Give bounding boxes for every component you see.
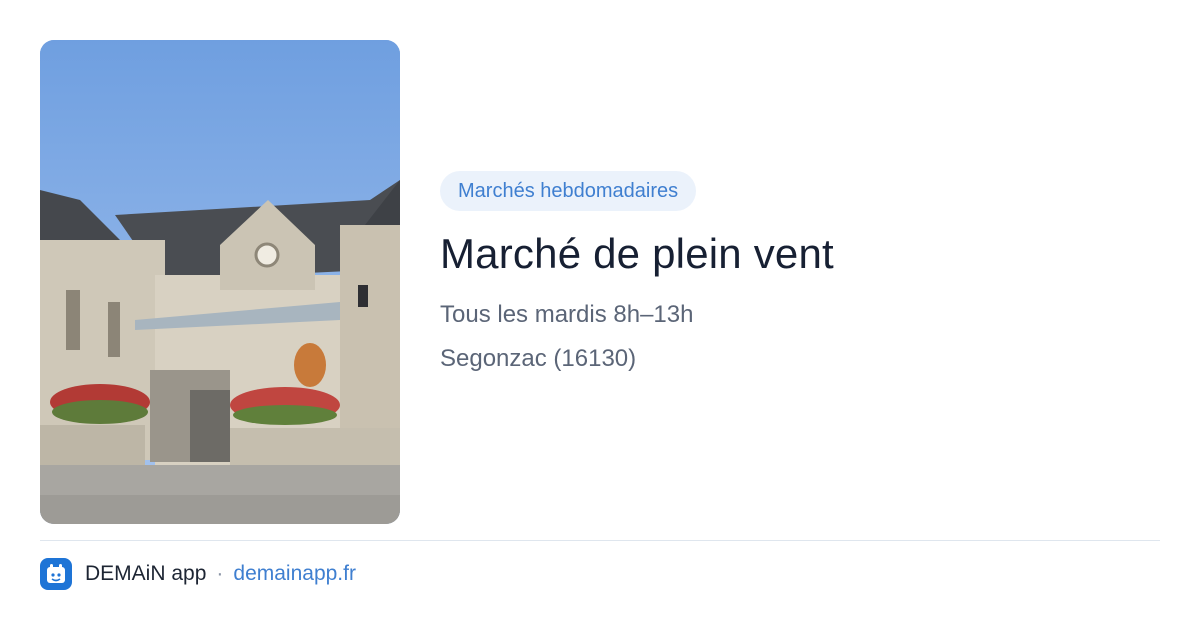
footer: DEMAiN app · demainapp.fr: [40, 558, 356, 590]
event-details: Marchés hebdomadaires Marché de plein ve…: [440, 171, 1160, 373]
footer-separator: ·: [216, 562, 224, 585]
market-photo: [40, 40, 400, 524]
event-schedule: Tous les mardis 8h–13h: [440, 301, 694, 328]
demain-logo-icon: [40, 558, 72, 590]
event-title: Marché de plein vent: [440, 230, 834, 277]
website-link[interactable]: demainapp.fr: [233, 562, 356, 586]
app-name: DEMAiN app: [85, 562, 207, 585]
footer-divider: [40, 540, 1160, 541]
category-tag[interactable]: Marchés hebdomadaires: [440, 171, 697, 211]
event-location: Segonzac (16130): [440, 345, 637, 372]
